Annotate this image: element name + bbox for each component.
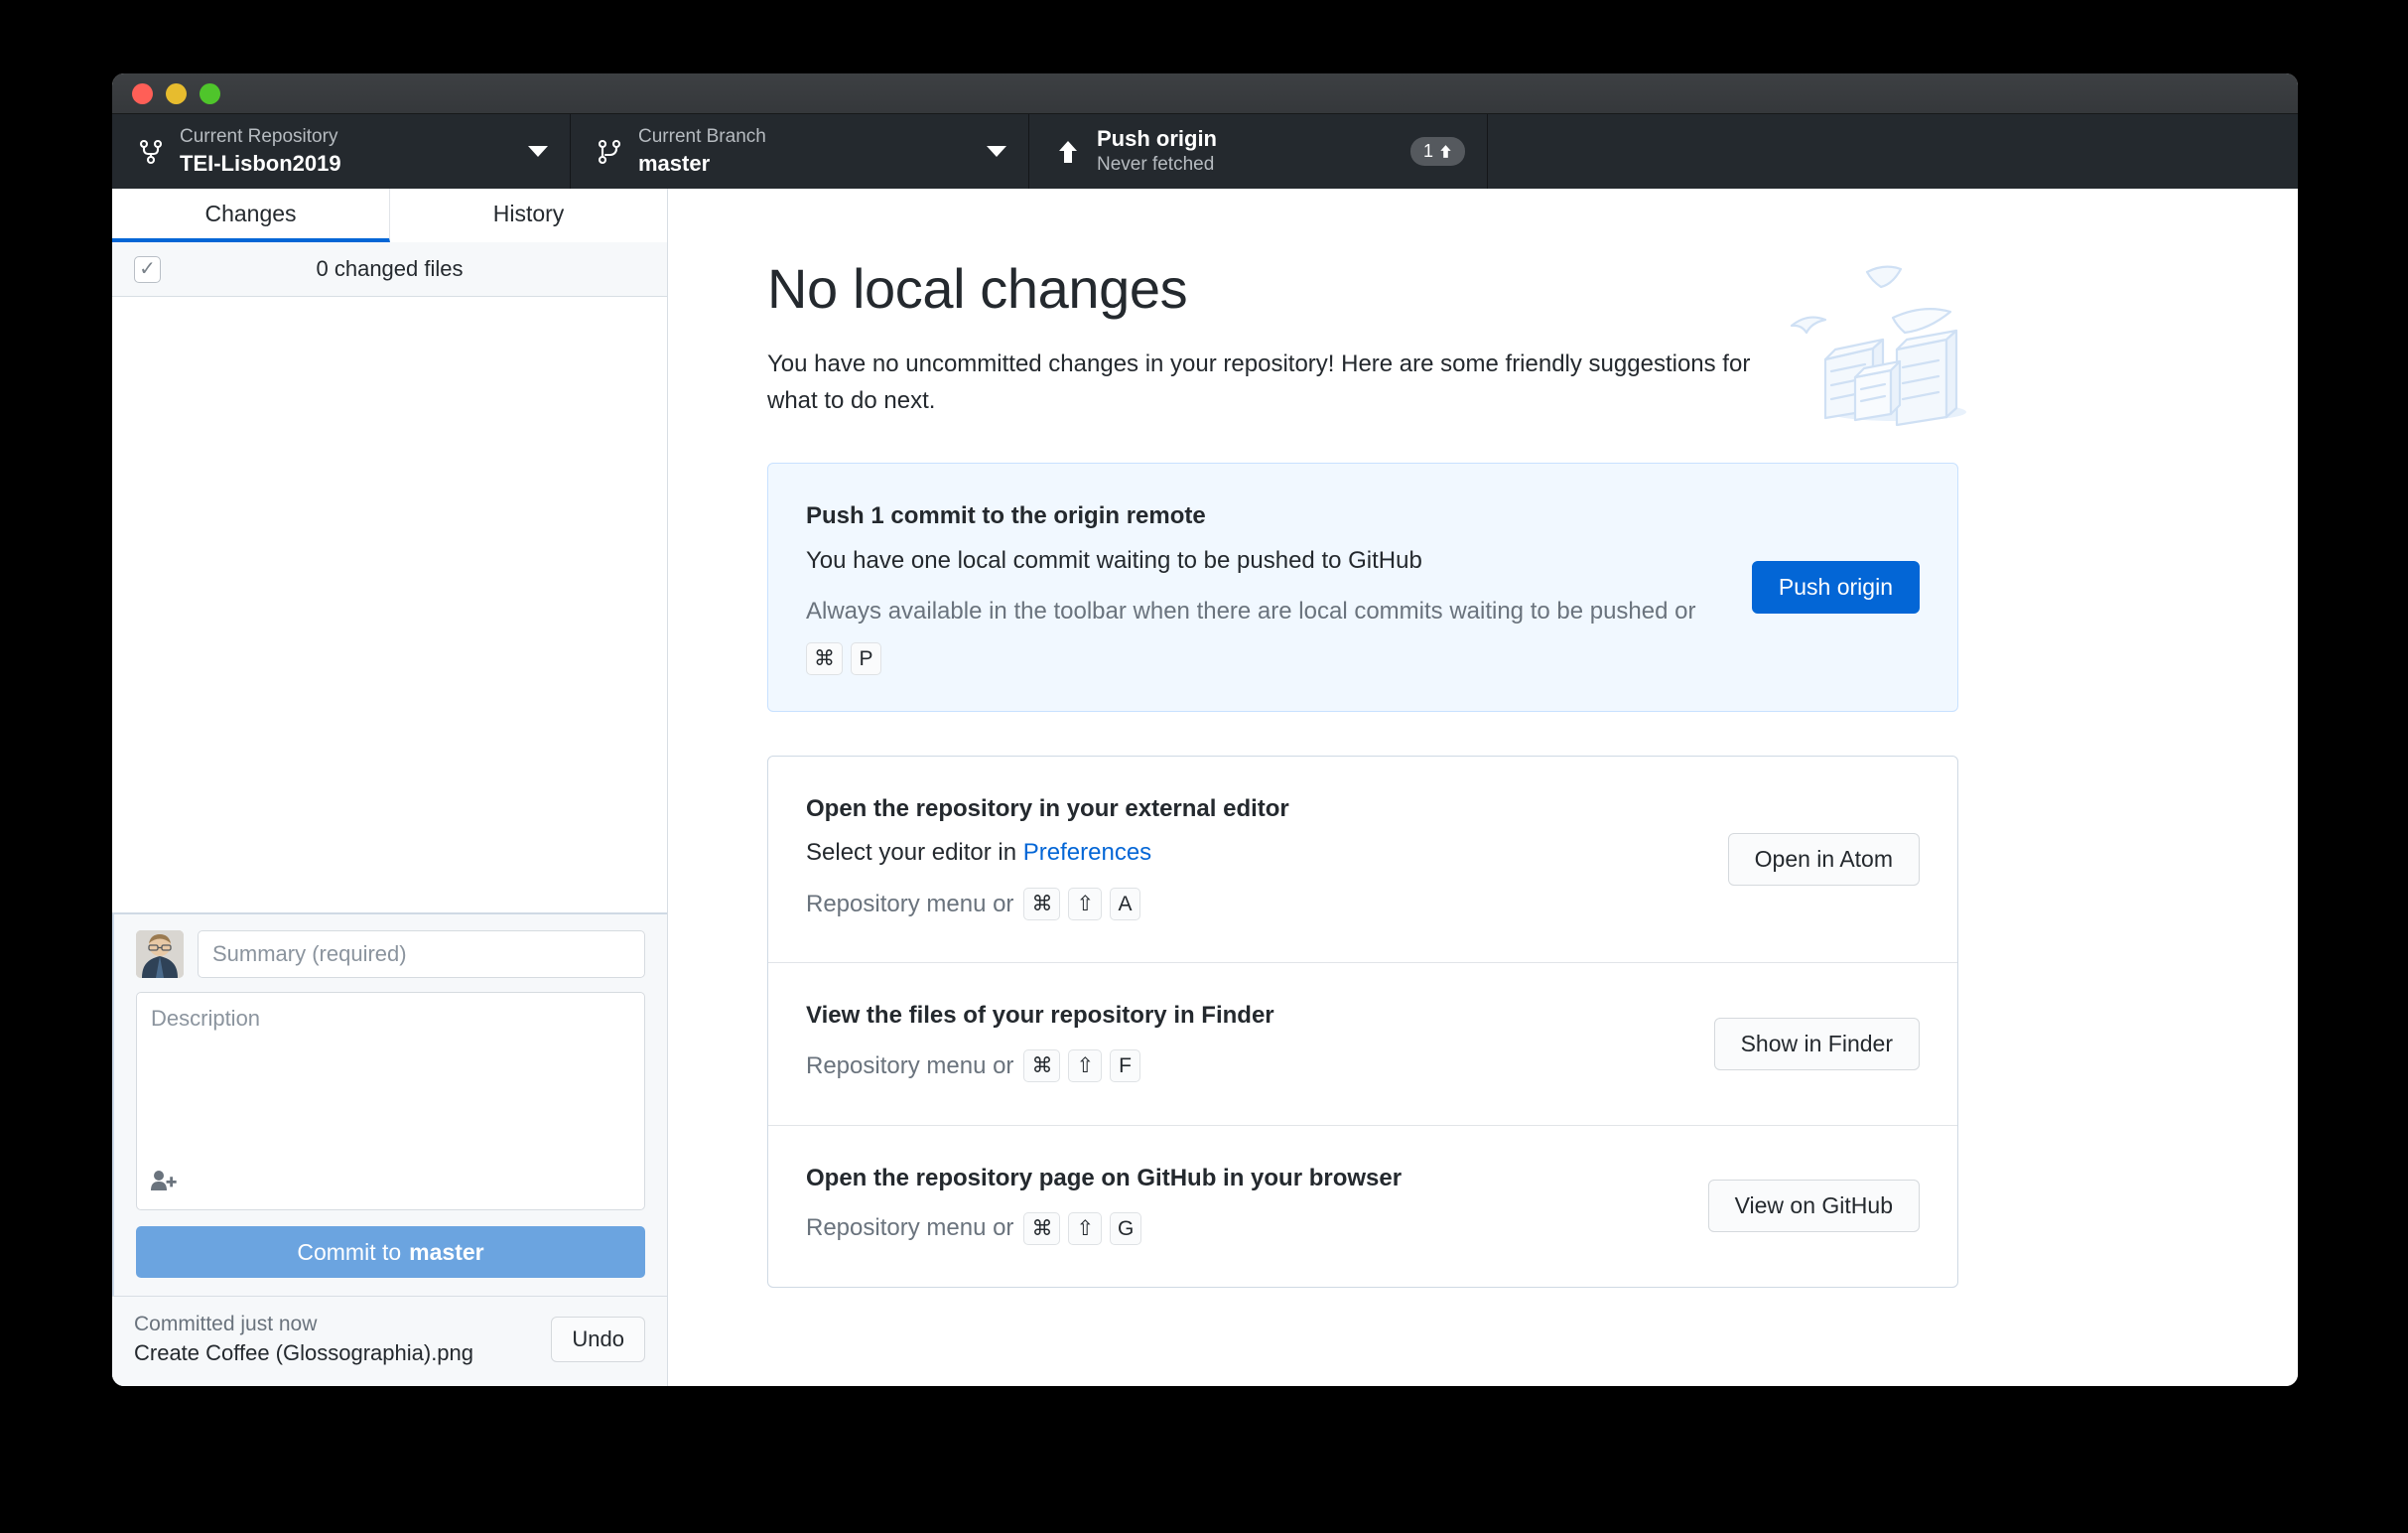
tab-changes[interactable]: Changes xyxy=(112,189,390,242)
key-shift-icon: ⇧ xyxy=(1068,1049,1103,1083)
push-suggestion-description: You have one local commit waiting to be … xyxy=(806,546,1422,574)
preferences-link[interactable]: Preferences xyxy=(1023,839,1151,866)
close-window-button[interactable] xyxy=(132,82,153,104)
commit-button-prefix: Commit to xyxy=(297,1238,402,1265)
commit-summary-input[interactable]: Summary (required) xyxy=(198,930,645,978)
suggestion-open-editor-description: Select your editor in Preferences xyxy=(806,834,1702,871)
push-origin-status: Never fetched xyxy=(1097,154,1215,176)
github-desktop-window: Current Repository TEI-Lisbon2019 Curren… xyxy=(112,73,2298,1386)
key-p: P xyxy=(851,641,881,675)
suggestion-show-finder-text: View the files of your repository in Fin… xyxy=(806,999,1688,1088)
push-hint-prefix: Always available in the toolbar when the… xyxy=(806,597,1696,625)
window-controls xyxy=(132,82,220,104)
undo-text: Committed just now Create Coffee (Glosso… xyxy=(134,1313,473,1366)
github-hint-prefix: Repository menu or xyxy=(806,1214,1014,1242)
view-on-github-button[interactable]: View on GitHub xyxy=(1707,1180,1920,1233)
select-all-checkbox[interactable]: ✓ xyxy=(134,255,161,283)
app-body: Changes History ✓ 0 changed files Summar… xyxy=(112,189,2298,1386)
changed-files-list[interactable] xyxy=(112,297,667,913)
add-coauthor-icon[interactable] xyxy=(151,1170,177,1197)
sidebar: Changes History ✓ 0 changed files Summar… xyxy=(112,189,668,1386)
push-origin-button[interactable]: Push origin Never fetched 1 xyxy=(1029,114,1488,189)
finder-hint-prefix: Repository menu or xyxy=(806,1051,1014,1079)
chevron-down-icon xyxy=(987,146,1006,157)
key-command-icon: ⌘ xyxy=(1023,1049,1061,1083)
commit-to-branch-button[interactable]: Commit to master xyxy=(136,1226,645,1278)
suggestion-open-editor-hint: Repository menu or ⌘ ⇧ A xyxy=(806,882,1702,927)
ahead-count: 1 xyxy=(1422,141,1433,161)
current-branch-dropdown[interactable]: Current Branch master xyxy=(571,114,1029,189)
suggestion-view-github-hint: Repository menu or ⌘ ⇧ G xyxy=(806,1205,1682,1251)
commit-form: Summary (required) Description Commit to… xyxy=(112,913,667,1296)
suggestion-view-github-title: Open the repository page on GitHub in yo… xyxy=(806,1164,1403,1191)
key-f: F xyxy=(1110,1049,1141,1083)
last-commit-message: Create Coffee (Glossographia).png xyxy=(134,1340,474,1365)
minimize-window-button[interactable] xyxy=(166,82,187,104)
key-command-icon: ⌘ xyxy=(806,641,843,675)
branch-icon xyxy=(595,138,624,166)
current-branch-label: Current Branch xyxy=(638,125,766,147)
suggestion-view-github-row: Open the repository page on GitHub in yo… xyxy=(768,1124,1957,1287)
editor-hint-prefix: Repository menu or xyxy=(806,890,1014,917)
app-toolbar: Current Repository TEI-Lisbon2019 Curren… xyxy=(112,114,2298,189)
commit-description-placeholder: Description xyxy=(151,1006,261,1031)
suggestion-show-finder-title: View the files of your repository in Fin… xyxy=(806,1002,1274,1030)
push-suggestion-title: Push 1 commit to the origin remote xyxy=(806,501,1206,529)
key-command-icon: ⌘ xyxy=(1023,887,1061,920)
changed-files-header: ✓ 0 changed files xyxy=(112,242,667,297)
suggestion-show-finder-row: View the files of your repository in Fin… xyxy=(768,962,1957,1124)
avatar xyxy=(136,930,184,978)
commit-status: Committed just now xyxy=(134,1313,318,1335)
arrow-up-icon xyxy=(1053,139,1083,165)
key-g: G xyxy=(1110,1211,1142,1245)
suggestion-show-finder-hint: Repository menu or ⌘ ⇧ F xyxy=(806,1044,1688,1089)
push-origin-card-button[interactable]: Push origin xyxy=(1751,560,1920,614)
tab-history[interactable]: History xyxy=(390,189,667,242)
current-branch-value: master xyxy=(638,150,711,176)
chevron-down-icon xyxy=(528,146,548,157)
key-shift-icon: ⇧ xyxy=(1068,887,1103,920)
commit-button-branch: master xyxy=(409,1238,484,1265)
undo-button[interactable]: Undo xyxy=(551,1317,645,1362)
suggestion-view-github-text: Open the repository page on GitHub in yo… xyxy=(806,1162,1682,1251)
push-origin-title: Push origin xyxy=(1097,125,1217,151)
main-inner: No local changes You have no uncommitted… xyxy=(767,257,1966,1288)
changed-files-count: 0 changed files xyxy=(316,256,464,281)
push-suggestion-card: Push 1 commit to the origin remote You h… xyxy=(767,462,1958,712)
undo-commit-bar: Committed just now Create Coffee (Glosso… xyxy=(112,1296,667,1386)
suggestion-open-editor-title: Open the repository in your external edi… xyxy=(806,794,1289,822)
current-repository-value: TEI-Lisbon2019 xyxy=(180,150,341,176)
page-title: No local changes xyxy=(767,257,1188,320)
maximize-window-button[interactable] xyxy=(200,82,220,104)
push-suggestion-hint: Always available in the toolbar when the… xyxy=(806,589,1726,675)
page-subtitle: You have no uncommitted changes in your … xyxy=(767,349,1751,414)
current-repository-dropdown[interactable]: Current Repository TEI-Lisbon2019 xyxy=(112,114,571,189)
suggestion-open-editor-row: Open the repository in your external edi… xyxy=(768,757,1957,963)
ahead-count-badge: 1 xyxy=(1409,137,1465,166)
sidebar-tabs: Changes History xyxy=(112,189,667,242)
commit-description-input[interactable]: Description xyxy=(136,992,645,1210)
current-repository-label: Current Repository xyxy=(180,125,338,147)
show-in-finder-button[interactable]: Show in Finder xyxy=(1713,1017,1920,1070)
repo-branch-icon xyxy=(136,138,166,166)
suggestion-open-editor-text: Open the repository in your external edi… xyxy=(806,792,1702,927)
push-suggestion-text: Push 1 commit to the origin remote You h… xyxy=(806,499,1726,675)
window-titlebar xyxy=(112,73,2298,114)
toolbar-filler xyxy=(1488,114,2298,189)
editor-desc-prefix: Select your editor in xyxy=(806,839,1023,867)
main-panel: No local changes You have no uncommitted… xyxy=(668,189,2298,1386)
suggestions-card: Open the repository in your external edi… xyxy=(767,755,1958,1288)
arrow-up-small-icon xyxy=(1440,145,1451,158)
key-shift-icon: ⇧ xyxy=(1068,1211,1103,1245)
key-a: A xyxy=(1110,887,1141,920)
key-command-icon: ⌘ xyxy=(1023,1211,1061,1245)
push-suggestion-row: Push 1 commit to the origin remote You h… xyxy=(768,464,1957,711)
summary-row: Summary (required) xyxy=(136,930,645,978)
open-in-atom-button[interactable]: Open in Atom xyxy=(1727,832,1920,886)
